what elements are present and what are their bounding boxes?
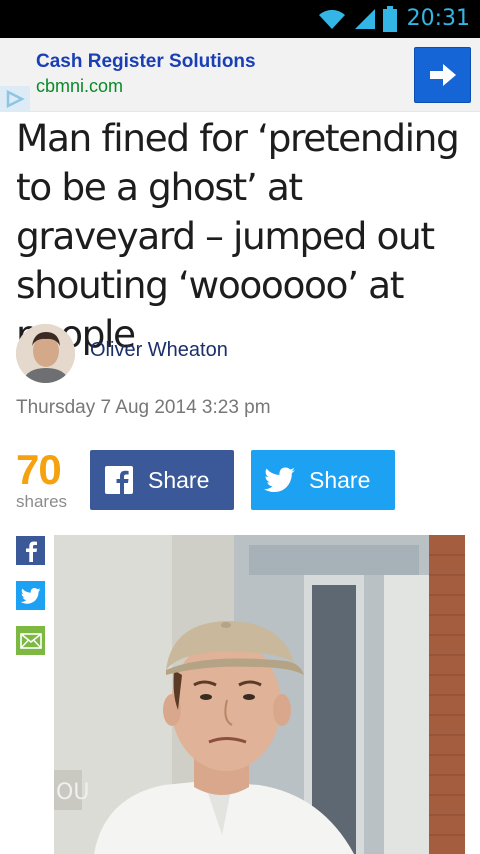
- battery-icon: [382, 6, 397, 32]
- photo-illustration: OU: [54, 535, 465, 854]
- ad-go-button[interactable]: [414, 47, 471, 103]
- twitter-share-label: Share: [309, 466, 371, 493]
- article-photo[interactable]: OU: [54, 535, 465, 854]
- status-time: 20:31: [406, 6, 470, 31]
- facebook-icon: [90, 450, 148, 510]
- side-facebook-button[interactable]: [16, 536, 45, 565]
- ad-url[interactable]: cbmni.com: [36, 76, 123, 97]
- ad-banner[interactable]: Cash Register Solutions cbmni.com: [0, 38, 480, 112]
- twitter-icon: [20, 587, 41, 604]
- twitter-icon: [251, 450, 309, 510]
- signal-icon: [354, 9, 375, 29]
- share-count-label: shares: [16, 492, 68, 511]
- twitter-share-button[interactable]: Share: [251, 450, 395, 510]
- wall-lettering: OU: [56, 780, 89, 805]
- arrow-right-icon: [429, 64, 456, 86]
- facebook-share-label: Share: [148, 466, 210, 493]
- share-count-number: 70: [16, 446, 62, 493]
- share-count: 70 shares: [16, 446, 86, 512]
- facebook-icon: [25, 541, 37, 562]
- article-date: Thursday 7 Aug 2014 3:23 pm: [16, 397, 271, 418]
- side-twitter-button[interactable]: [16, 581, 45, 610]
- status-bar: 20:31: [0, 0, 480, 38]
- ad-title[interactable]: Cash Register Solutions: [36, 51, 256, 73]
- ad-choices-icon[interactable]: [0, 86, 30, 112]
- author-photo: [16, 324, 75, 383]
- side-mail-button[interactable]: [16, 626, 45, 655]
- author-avatar[interactable]: [16, 324, 75, 383]
- article-headline: Man fined for ‘pretending to be a ghost’…: [16, 116, 460, 356]
- facebook-share-button[interactable]: Share: [90, 450, 234, 510]
- status-icons: 20:31: [317, 4, 470, 34]
- mail-icon: [19, 632, 42, 649]
- author-name[interactable]: Oliver Wheaton: [90, 339, 228, 362]
- wifi-icon: [318, 9, 345, 29]
